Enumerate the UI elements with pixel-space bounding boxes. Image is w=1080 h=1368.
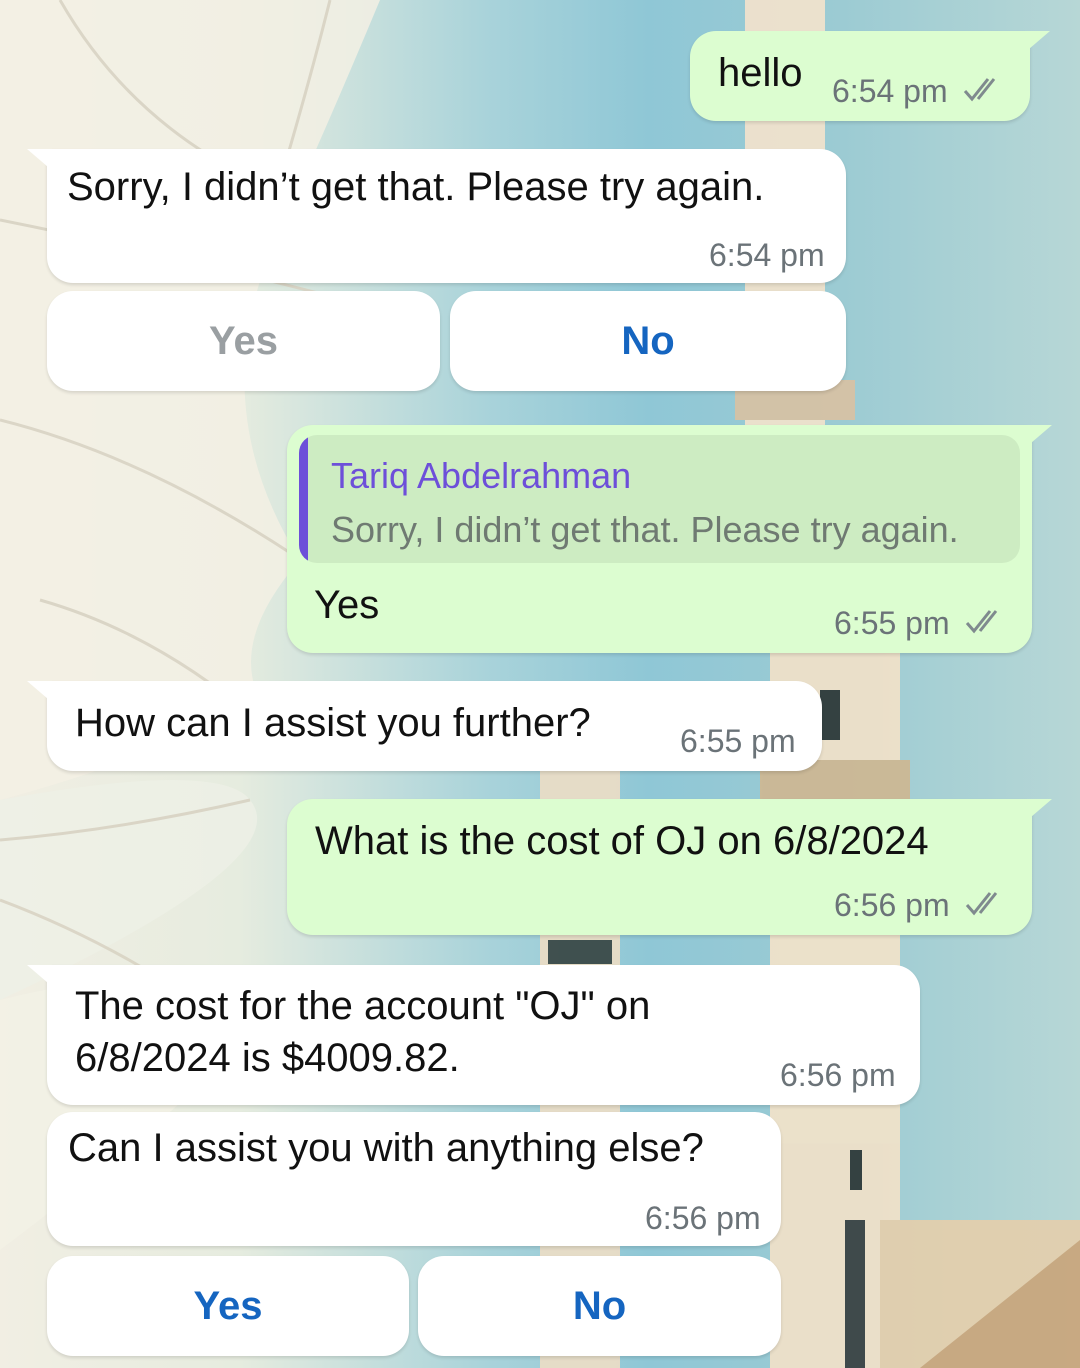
incoming-message[interactable]: The cost for the account "OJ" on 6/8/202… [27, 965, 920, 1105]
incoming-message[interactable]: How can I assist you further? 6:55 pm [27, 681, 822, 771]
outgoing-message[interactable]: What is the cost of OJ on 6/8/2024 6:56 … [287, 799, 1052, 935]
message-time: 6:55 pm [680, 723, 796, 759]
message-time: 6:54 pm [832, 73, 948, 109]
double-check-icon [963, 78, 996, 102]
outgoing-reply-message[interactable]: Tariq Abdelrahman Sorry, I didn’t get th… [287, 425, 1052, 653]
message-text: The cost for the account "OJ" on 6/8/202… [75, 984, 651, 1080]
quote-accent-bar [299, 435, 308, 563]
quick-reply-no-button[interactable]: No [418, 1256, 781, 1356]
bubble-tail-icon [1022, 31, 1050, 55]
outgoing-message[interactable]: hello 6:54 pm [690, 31, 1050, 121]
bubble-tail-icon [1024, 425, 1052, 449]
quick-reply-no-button[interactable]: No [450, 291, 846, 391]
quoted-author: Tariq Abdelrahman [331, 455, 632, 496]
double-check-icon [965, 892, 998, 916]
message-text: How can I assist you further? [75, 701, 591, 745]
incoming-message[interactable]: Can I assist you with anything else? 6:5… [47, 1112, 781, 1246]
message-time: 6:54 pm [709, 237, 825, 273]
bubble-tail-icon [27, 965, 55, 989]
bubble-tail-icon [1024, 799, 1052, 823]
message-text: Sorry, I didn’t get that. Please try aga… [67, 165, 765, 209]
message-time: 6:56 pm [780, 1057, 896, 1093]
quoted-message[interactable]: Tariq Abdelrahman Sorry, I didn’t get th… [299, 435, 1020, 563]
message-text: Can I assist you with anything else? [68, 1126, 704, 1170]
double-check-icon [965, 610, 998, 634]
quick-reply-yes-button[interactable]: Yes [47, 1256, 409, 1356]
incoming-message[interactable]: Sorry, I didn’t get that. Please try aga… [27, 149, 846, 283]
quoted-text: Sorry, I didn’t get that. Please try aga… [331, 509, 959, 550]
bubble-tail-icon [27, 681, 55, 705]
quick-reply-yes-button[interactable]: Yes [47, 291, 440, 391]
message-time: 6:55 pm [834, 605, 950, 641]
message-text: What is the cost of OJ on 6/8/2024 [315, 819, 929, 863]
message-text: hello [718, 51, 803, 95]
message-time: 6:56 pm [834, 887, 950, 923]
message-time: 6:56 pm [645, 1200, 761, 1236]
message-text: Yes [314, 583, 380, 627]
bubble-tail-icon [27, 149, 55, 173]
